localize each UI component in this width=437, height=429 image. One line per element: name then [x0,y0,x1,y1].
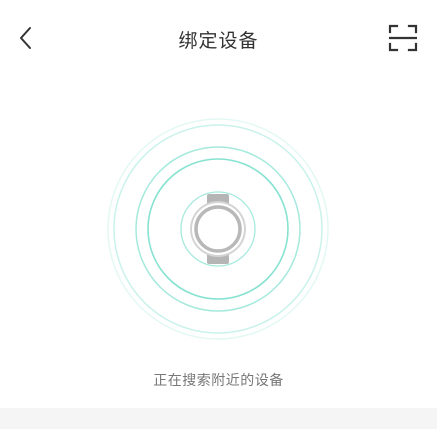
search-radar [105,116,331,342]
searching-status-text: 正在搜索附近的设备 [153,373,284,389]
top-bar: 绑定设备 [0,0,437,76]
page-title: 绑定设备 [178,30,259,52]
scan-frame-icon [388,24,418,52]
bottom-area [0,408,437,429]
smartwatch-icon [190,194,246,264]
scan-button[interactable] [388,24,418,52]
